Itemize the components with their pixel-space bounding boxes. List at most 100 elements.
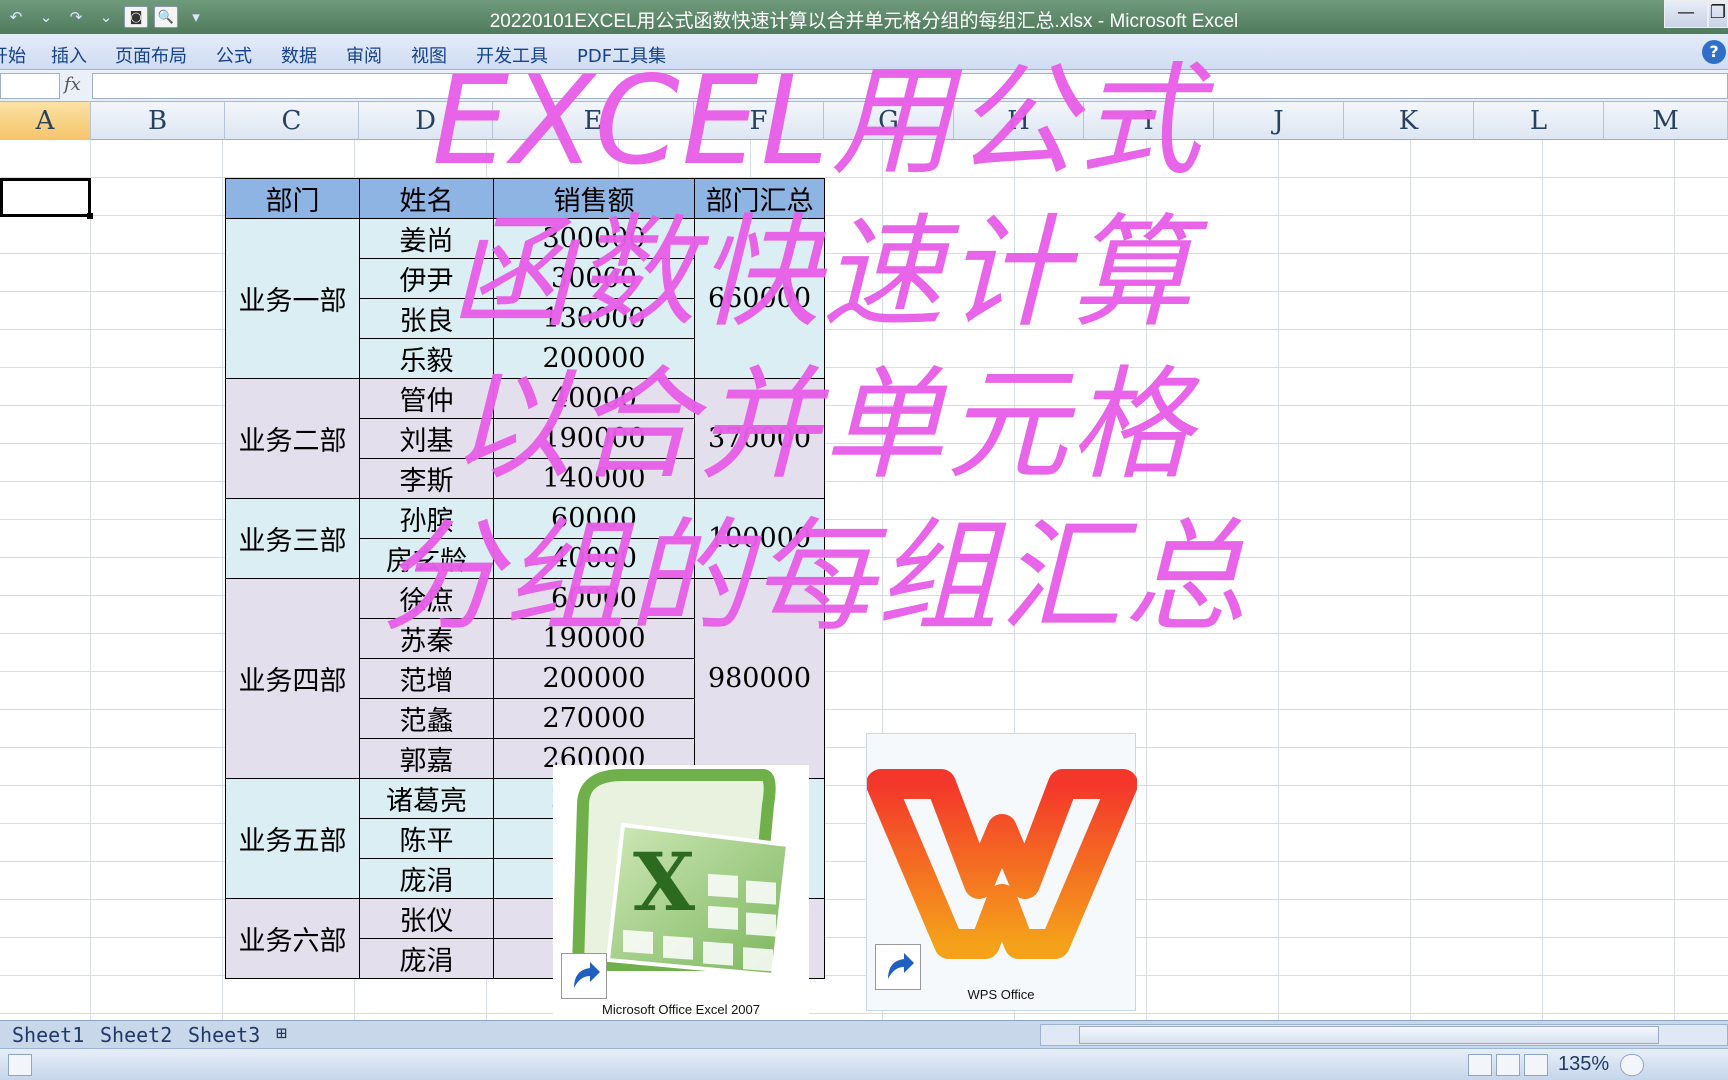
name-cell[interactable]: 苏秦 — [359, 618, 494, 659]
dept-cell[interactable]: 业务六部 — [225, 898, 360, 979]
tab-data[interactable]: 数据 — [281, 42, 317, 68]
title-bar: ↶ ⌄ ↷ ⌄ ◙ 🔍 ▾ 20220101EXCEL用公式函数快速计算以合并单… — [0, 0, 1728, 34]
insert-function-icon[interactable]: fx — [64, 74, 81, 95]
name-cell[interactable]: 姜尚 — [359, 218, 494, 259]
active-cell[interactable] — [0, 178, 93, 219]
column-header-i[interactable]: I — [1084, 102, 1214, 140]
dept-total-cell[interactable]: 980000 — [694, 578, 825, 779]
shortcut-arrow-icon — [875, 944, 921, 990]
column-header-h[interactable]: H — [954, 102, 1084, 140]
help-icon[interactable]: ? — [1702, 40, 1726, 64]
dept-cell[interactable]: 业务四部 — [225, 578, 360, 779]
dept-total-cell[interactable]: 100000 — [694, 498, 825, 579]
zoom-level[interactable]: 135% — [1558, 1053, 1609, 1076]
sales-cell[interactable]: 60000 — [493, 498, 695, 539]
sales-cell[interactable]: 30000 — [493, 258, 695, 299]
name-cell[interactable]: 徐庶 — [359, 578, 494, 619]
sales-cell[interactable]: 140000 — [493, 458, 695, 499]
column-header-a[interactable]: A — [0, 102, 91, 140]
excel-shortcut[interactable]: X Microsoft Office Excel 2007 — [553, 765, 809, 1025]
column-header-m[interactable]: M — [1604, 102, 1728, 140]
scrollbar-thumb[interactable] — [1079, 1026, 1659, 1044]
wps-office-shortcut[interactable]: WPS Office — [866, 733, 1138, 1011]
name-box[interactable] — [0, 73, 60, 99]
name-cell[interactable]: 李斯 — [359, 458, 494, 499]
dept-cell[interactable]: 业务二部 — [225, 378, 360, 499]
dept-cell[interactable]: 业务一部 — [225, 218, 360, 379]
name-cell[interactable]: 诸葛亮 — [359, 778, 494, 819]
tab-home[interactable]: 开始 — [0, 42, 26, 68]
page-layout-view-icon[interactable] — [1496, 1054, 1520, 1076]
formula-bar: fx — [0, 70, 1728, 102]
horizontal-scrollbar[interactable] — [1040, 1024, 1728, 1046]
table-row: 业务一部 姜尚 300000 660000 — [225, 218, 825, 379]
tab-insert[interactable]: 插入 — [51, 42, 87, 68]
name-cell[interactable]: 庞涓 — [359, 858, 494, 899]
name-cell[interactable]: 孙膑 — [359, 498, 494, 539]
column-headers: A B C D E F G H I J K L M — [0, 102, 1728, 140]
name-cell[interactable]: 庞涓 — [359, 938, 494, 979]
ribbon-tabs: 开始 插入 页面布局 公式 数据 审阅 视图 开发工具 PDF工具集 ? — [0, 34, 1728, 70]
sales-cell[interactable]: 190000 — [493, 618, 695, 659]
sales-cell[interactable]: 270000 — [493, 698, 695, 739]
dept-total-cell[interactable]: 660000 — [694, 218, 825, 379]
normal-view-icon[interactable] — [1468, 1054, 1492, 1076]
svg-text:X: X — [633, 835, 695, 929]
sales-cell[interactable]: 40000 — [493, 538, 695, 579]
tab-page-layout[interactable]: 页面布局 — [115, 42, 187, 68]
name-cell[interactable]: 伊尹 — [359, 258, 494, 299]
zoom-out-icon[interactable] — [1620, 1054, 1644, 1076]
name-cell[interactable]: 房玄龄 — [359, 538, 494, 579]
formula-input[interactable] — [92, 73, 1728, 99]
column-header-g[interactable]: G — [824, 102, 954, 140]
name-cell[interactable]: 管仲 — [359, 378, 494, 419]
dept-cell[interactable]: 业务五部 — [225, 778, 360, 899]
column-header-d[interactable]: D — [359, 102, 493, 140]
tab-review[interactable]: 审阅 — [346, 42, 382, 68]
column-header-l[interactable]: L — [1474, 102, 1604, 140]
column-header-k[interactable]: K — [1344, 102, 1474, 140]
sales-cell[interactable]: 300000 — [493, 218, 695, 259]
minimize-button[interactable]: — — [1664, 0, 1708, 28]
name-cell[interactable]: 范增 — [359, 658, 494, 699]
header-sales[interactable]: 销售额 — [493, 178, 695, 219]
dept-total-cell[interactable]: 370000 — [694, 378, 825, 499]
column-header-j[interactable]: J — [1214, 102, 1344, 140]
sales-cell[interactable]: 40000 — [493, 378, 695, 419]
name-cell[interactable]: 乐毅 — [359, 338, 494, 379]
name-cell[interactable]: 张仪 — [359, 898, 494, 939]
dept-cell[interactable]: 业务三部 — [225, 498, 360, 579]
table-header-row: 部门 姓名 销售额 部门汇总 — [225, 178, 825, 219]
header-dept[interactable]: 部门 — [225, 178, 360, 219]
column-header-e[interactable]: E — [493, 102, 694, 140]
header-name[interactable]: 姓名 — [359, 178, 494, 219]
sales-cell[interactable]: 200000 — [493, 338, 695, 379]
sales-cell[interactable]: 200000 — [493, 658, 695, 699]
status-bar: 135% — [0, 1048, 1728, 1080]
name-cell[interactable]: 郭嘉 — [359, 738, 494, 779]
sheet-tab-bar: Sheet1 Sheet2 Sheet3 ⊞ — [0, 1020, 1728, 1048]
sales-cell[interactable]: 190000 — [493, 418, 695, 459]
tab-formulas[interactable]: 公式 — [216, 42, 252, 68]
name-cell[interactable]: 范蠡 — [359, 698, 494, 739]
column-header-f[interactable]: F — [694, 102, 824, 140]
tab-view[interactable]: 视图 — [411, 42, 447, 68]
header-dept-total[interactable]: 部门汇总 — [694, 178, 825, 219]
tab-pdf-tools[interactable]: PDF工具集 — [577, 42, 666, 68]
wps-office-icon — [866, 769, 1138, 959]
tab-developer[interactable]: 开发工具 — [476, 42, 548, 68]
page-break-view-icon[interactable] — [1524, 1054, 1548, 1076]
sales-cell[interactable]: 60000 — [493, 578, 695, 619]
column-header-b[interactable]: B — [91, 102, 225, 140]
name-cell[interactable]: 张良 — [359, 298, 494, 339]
name-cell[interactable]: 刘基 — [359, 418, 494, 459]
insert-sheet-icon[interactable]: ⊞ — [276, 1023, 287, 1047]
sheet-tab-2[interactable]: Sheet2 — [100, 1023, 172, 1047]
restore-button[interactable]: ❐ — [1708, 0, 1728, 28]
sheet-tab-1[interactable]: Sheet1 — [12, 1023, 84, 1047]
column-header-c[interactable]: C — [225, 102, 359, 140]
macro-record-icon[interactable] — [8, 1054, 32, 1076]
name-cell[interactable]: 陈平 — [359, 818, 494, 859]
sheet-tab-3[interactable]: Sheet3 — [188, 1023, 260, 1047]
sales-cell[interactable]: 130000 — [493, 298, 695, 339]
